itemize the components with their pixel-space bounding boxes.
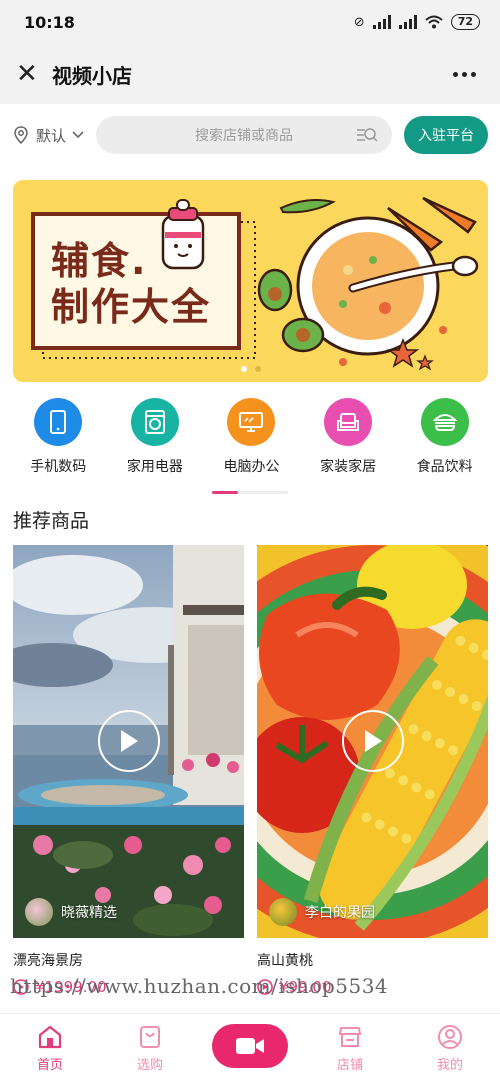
- video-camera-icon: [236, 1037, 264, 1054]
- tab-store[interactable]: 店铺: [300, 1014, 400, 1083]
- category-label: 家装家居: [320, 459, 377, 475]
- promo-banner[interactable]: 辅食. 制作大全: [13, 180, 488, 382]
- category-phone-digital[interactable]: 手机数码: [10, 398, 107, 488]
- tab-label: 我的: [436, 1058, 463, 1073]
- tab-shopping[interactable]: 选购: [100, 1014, 200, 1083]
- location-pin-icon: [14, 126, 28, 144]
- status-bar: 10:18 ⊘ 72: [0, 0, 500, 44]
- section-title: 推荐商品: [13, 510, 90, 532]
- banner-title: 辅食. 制作大全: [51, 238, 211, 330]
- status-time: 10:18: [24, 12, 75, 32]
- product-card[interactable]: 李白的果园 高山黄桃 ¥99.00: [257, 545, 488, 996]
- search-input[interactable]: 搜索店铺或商品: [96, 116, 392, 154]
- page-title: 视频小店: [52, 63, 132, 88]
- signal-icon: [372, 15, 391, 29]
- category-scroll-indicator: [212, 491, 288, 494]
- wifi-icon: [425, 15, 443, 29]
- join-platform-button[interactable]: 入驻平台: [404, 116, 488, 154]
- tab-label: 选购: [136, 1058, 163, 1073]
- shop-avatar: [25, 898, 53, 926]
- product-video-thumbnail[interactable]: 晓薇精选: [13, 545, 244, 938]
- shop-tag[interactable]: 李白的果园: [269, 898, 375, 926]
- search-row: 默认 搜索店铺或商品 入驻平台: [0, 104, 500, 166]
- shop-name: 晓薇精选: [61, 905, 117, 921]
- product-name: 漂亮海景房: [13, 953, 83, 969]
- product-video-thumbnail[interactable]: 李白的果园: [257, 545, 488, 938]
- location-label: 默认: [36, 126, 67, 145]
- product-card[interactable]: 晓薇精选 漂亮海景房 ¥1999.00: [13, 545, 244, 996]
- monitor-icon: [227, 398, 276, 446]
- user-icon: [438, 1025, 462, 1049]
- more-icon[interactable]: [453, 71, 476, 77]
- phone-icon: [34, 398, 83, 446]
- tab-label: 首页: [36, 1058, 63, 1073]
- tab-label: 店铺: [336, 1058, 363, 1073]
- category-computer-office[interactable]: 电脑办公: [203, 398, 300, 488]
- watermark: https://www.huzhan.com/ishop5534: [10, 974, 389, 998]
- banner-title-line2: 制作大全: [51, 285, 212, 329]
- washing-machine-icon: [130, 398, 179, 446]
- battery-indicator: 72: [450, 14, 480, 30]
- tab-home[interactable]: 首页: [0, 1014, 100, 1083]
- close-icon[interactable]: ✕: [16, 61, 38, 87]
- video-record-button[interactable]: [212, 1023, 288, 1068]
- pagination-dot: [254, 366, 261, 372]
- category-label: 电脑办公: [223, 459, 280, 475]
- category-home-furnishing[interactable]: 家装家居: [300, 398, 397, 488]
- shopping-bag-icon: [140, 1026, 160, 1048]
- bottom-tab-bar: 首页 选购 店铺 我的: [0, 1013, 500, 1083]
- pagination-dot-active: [240, 366, 247, 372]
- location-selector[interactable]: 默认: [12, 125, 84, 146]
- chevron-down-icon: [72, 131, 84, 139]
- sofa-icon: [324, 398, 373, 446]
- play-button[interactable]: [98, 710, 160, 772]
- product-name: 高山黄桃: [257, 953, 313, 969]
- search-placeholder: 搜索店铺或商品: [195, 128, 293, 144]
- signal-icon-2: [398, 15, 417, 29]
- category-nav: 手机数码 家用电器 电脑办公 家装家居 食品饮料: [0, 398, 500, 488]
- burger-icon: [420, 398, 469, 446]
- shop-name: 李白的果园: [305, 905, 375, 921]
- store-icon: [339, 1027, 361, 1047]
- status-icons: ⊘ 72: [354, 14, 480, 30]
- play-icon: [365, 730, 382, 752]
- play-button[interactable]: [342, 710, 404, 772]
- category-label: 手机数码: [30, 459, 87, 475]
- shop-tag[interactable]: 晓薇精选: [25, 898, 117, 926]
- search-icon[interactable]: [356, 126, 378, 144]
- shop-avatar: [269, 898, 297, 926]
- category-label: 家用电器: [126, 459, 183, 475]
- tab-mine[interactable]: 我的: [400, 1014, 500, 1083]
- tab-video[interactable]: [200, 1014, 300, 1083]
- banner-pagination: [13, 366, 488, 372]
- banner-title-line1: 辅食.: [51, 239, 148, 283]
- alarm-icon: ⊘: [353, 14, 365, 30]
- app-header: ✕ 视频小店: [0, 44, 500, 104]
- home-icon: [38, 1025, 62, 1049]
- category-label: 食品饮料: [416, 459, 473, 475]
- category-appliances[interactable]: 家用电器: [107, 398, 204, 488]
- play-icon: [121, 730, 138, 752]
- category-food-drinks[interactable]: 食品饮料: [396, 398, 493, 488]
